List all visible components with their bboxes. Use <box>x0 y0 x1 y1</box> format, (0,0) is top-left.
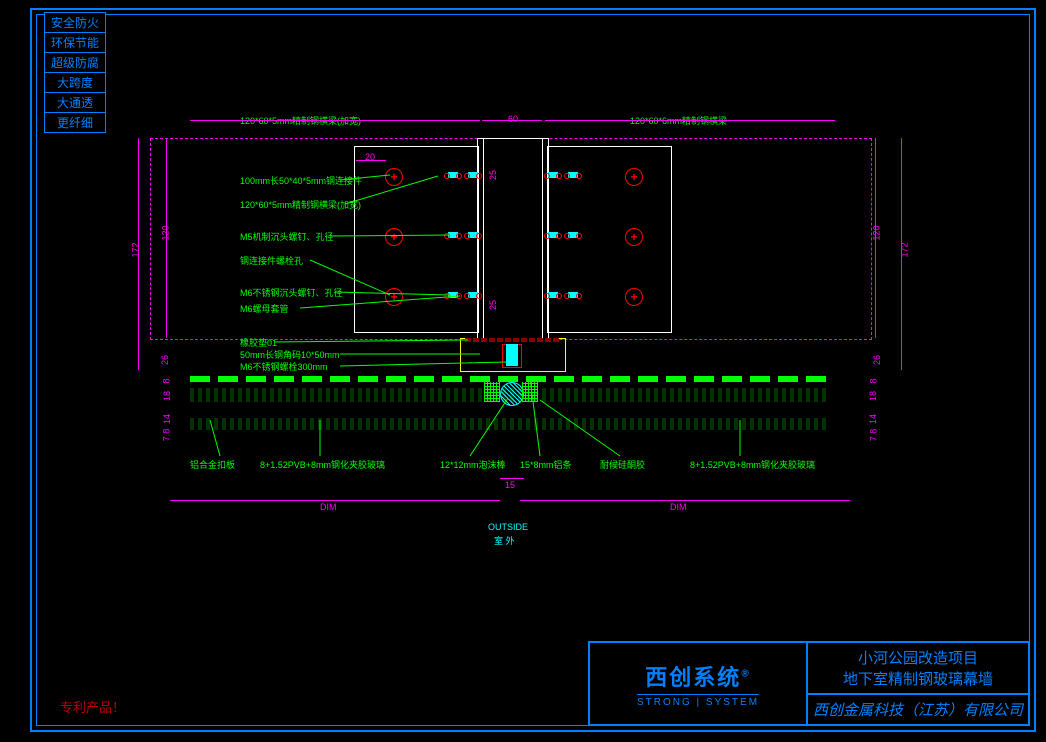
annot-b3: M6不锈钢螺栓300mm <box>240 360 328 373</box>
side-label: 大跨度 <box>44 72 106 93</box>
bolt-icon <box>625 228 643 246</box>
side-label: 超级防腐 <box>44 52 106 73</box>
dim-25b: 25 <box>488 300 498 310</box>
dim-14r: 14 <box>868 414 878 424</box>
dim-18l: 18 <box>162 391 172 401</box>
dimline <box>138 138 139 370</box>
dim-18r: 18 <box>868 391 878 401</box>
dimline <box>500 478 524 479</box>
fastener-icon <box>468 232 478 238</box>
fastener-icon <box>448 232 458 238</box>
fastener-icon <box>568 292 578 298</box>
fastener-icon <box>468 172 478 178</box>
annot-a6: M6螺母套管 <box>240 302 289 315</box>
annot-c6: 8+1.52PVB+8mm钢化夹胶玻璃 <box>690 458 815 471</box>
fastener-icon <box>548 292 558 298</box>
sleeve-section <box>506 344 518 366</box>
annot-a5: M6不锈钢沉头螺钉、孔径 <box>240 286 343 299</box>
fastener-icon <box>548 172 558 178</box>
side-label: 大通透 <box>44 92 106 113</box>
bolt-icon <box>385 288 403 306</box>
fastener-icon <box>568 232 578 238</box>
annot-c1: 铝合金扣板 <box>190 458 235 471</box>
brand-cell: 西创系统® STRONG | SYSTEM <box>590 643 808 724</box>
annot-c3: 12*12mm泡沫棒 <box>440 458 506 471</box>
side-label: 更纤细 <box>44 112 106 133</box>
brand-reg: ® <box>741 668 750 679</box>
fastener-icon <box>448 172 458 178</box>
dim-78r: 7.8 <box>869 429 879 442</box>
dimline <box>545 120 835 121</box>
annot-c5: 耐候硅酮胶 <box>600 458 645 471</box>
fastener-icon <box>448 292 458 298</box>
drawing-canvas: 120*60*5mm精制钢横梁(加宽) 60 120*60*6mm精制钢横梁 1… <box>150 120 890 560</box>
dim-14l: 14 <box>162 414 172 424</box>
dim-78l: 7.8 <box>161 429 171 442</box>
fastener-icon <box>568 172 578 178</box>
dim-left: DIM <box>320 502 337 512</box>
title-cell: 小河公园改造项目 地下室精制钢玻璃幕墙 西创金属科技（江苏）有限公司 <box>808 643 1028 724</box>
gap-14 <box>190 406 830 416</box>
gasket-strip <box>465 338 559 342</box>
dimline <box>901 138 902 370</box>
dim-8l: 8 <box>162 378 172 383</box>
dimline <box>875 138 876 338</box>
brand-cn: 西创系统 <box>645 665 741 690</box>
sealant-hatch <box>522 382 538 402</box>
sealant-hatch <box>484 382 500 402</box>
bolt-icon <box>385 228 403 246</box>
dim-15: 15 <box>505 480 515 490</box>
glass-layer-2 <box>190 418 830 430</box>
annot-c4: 15*8mm铝条 <box>520 458 572 471</box>
fastener-icon <box>468 292 478 298</box>
dimline <box>166 138 167 338</box>
dim-26r: 26 <box>872 355 882 365</box>
dim-8r: 8 <box>868 378 878 383</box>
dim-26: 26 <box>160 355 170 365</box>
dim-172: 172 <box>131 242 141 257</box>
dimline <box>170 500 500 501</box>
outside-en: OUTSIDE <box>488 522 528 532</box>
company-name: 西创金属科技（江苏）有限公司 <box>808 695 1028 724</box>
fastener-icon <box>548 232 558 238</box>
title-block: 西创系统® STRONG | SYSTEM 小河公园改造项目 地下室精制钢玻璃幕… <box>588 641 1030 726</box>
dim-right: DIM <box>670 502 687 512</box>
annot-c2: 8+1.52PVB+8mm钢化夹胶玻璃 <box>260 458 385 471</box>
bolt-icon <box>385 168 403 186</box>
annot-a4: 钢连接件螺栓孔 <box>240 254 303 267</box>
dim-120r: 120 <box>871 225 881 240</box>
dim-60: 60 <box>508 114 518 124</box>
brand-en: STRONG | SYSTEM <box>637 694 759 708</box>
bolt-icon <box>625 168 643 186</box>
patent-note: 专利产品！ <box>60 697 125 716</box>
outside-cn: 室 外 <box>494 534 515 547</box>
side-label: 安全防火 <box>44 12 106 33</box>
foam-rod-icon <box>500 382 524 406</box>
project-title: 小河公园改造项目 地下室精制钢玻璃幕墙 <box>808 643 1028 695</box>
dimline <box>190 120 480 121</box>
annot-a3: M5机制沉头螺钉、孔径 <box>240 230 334 243</box>
annot-a2: 120*60*5mm精制钢横梁(加宽) <box>240 198 361 211</box>
side-label-stack: 安全防火 环保节能 超级防腐 大跨度 大通透 更纤细 <box>44 12 106 132</box>
dimline <box>482 120 542 121</box>
side-label: 环保节能 <box>44 32 106 53</box>
dim-25t: 25 <box>488 170 498 180</box>
bolt-icon <box>625 288 643 306</box>
annot-a1: 100mm长50*40*5mm钢连接件 <box>240 174 362 187</box>
dimline <box>520 500 850 501</box>
